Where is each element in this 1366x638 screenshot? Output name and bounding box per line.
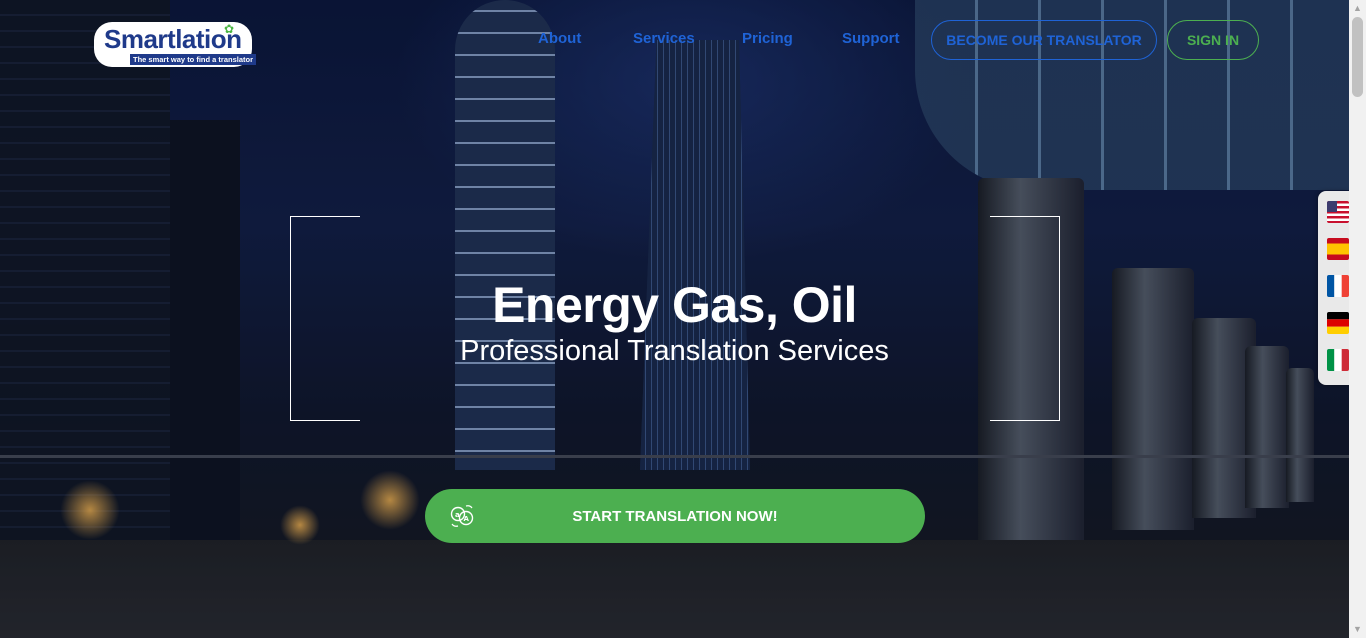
spanish-flag-icon[interactable]	[1327, 238, 1349, 260]
svg-text:a: a	[455, 511, 460, 519]
logo[interactable]: Smartlation ✿ The smart way to find a tr…	[94, 22, 257, 68]
german-flag-icon[interactable]	[1327, 312, 1349, 334]
italian-flag-icon[interactable]	[1327, 349, 1349, 371]
hero-subtitle: Professional Translation Services	[460, 335, 889, 367]
translate-icon: a A	[450, 505, 474, 527]
start-translation-button[interactable]: a A START TRANSLATION NOW!	[425, 489, 925, 543]
language-selector	[1318, 191, 1349, 385]
start-translation-label: START TRANSLATION NOW!	[572, 507, 778, 525]
french-flag-icon[interactable]	[1327, 275, 1349, 297]
hero-title: Energy Gas, Oil	[492, 277, 857, 333]
leaf-icon: ✿	[224, 22, 235, 36]
nav-about[interactable]: About	[538, 30, 581, 47]
nav-pricing[interactable]: Pricing	[742, 30, 793, 47]
scroll-thumb[interactable]	[1352, 17, 1363, 97]
svg-text:A: A	[464, 515, 470, 523]
nav-support[interactable]: Support	[842, 30, 900, 47]
sign-in-button[interactable]: SIGN IN	[1167, 20, 1259, 60]
english-flag-icon[interactable]	[1327, 201, 1349, 223]
scroll-down-icon[interactable]: ▼	[1349, 621, 1366, 638]
become-translator-button[interactable]: BECOME OUR TRANSLATOR	[931, 20, 1157, 60]
logo-tagline: The smart way to find a translator	[130, 54, 257, 65]
page-scrollbar[interactable]: ▲ ▼	[1349, 0, 1366, 638]
nav-services[interactable]: Services	[633, 30, 695, 47]
scroll-up-icon[interactable]: ▲	[1349, 0, 1366, 17]
